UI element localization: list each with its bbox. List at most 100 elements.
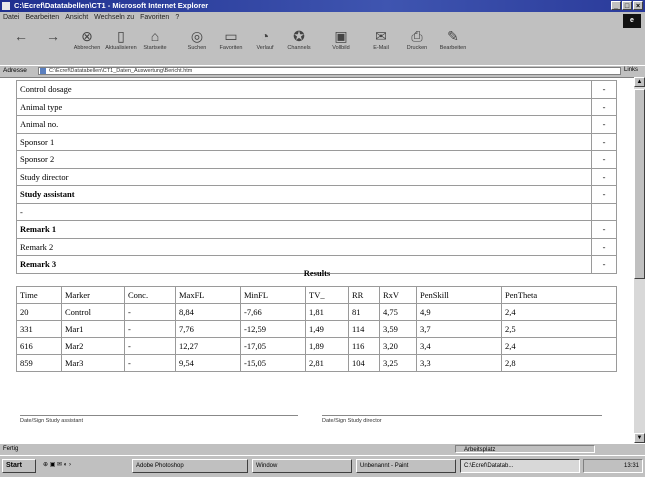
results-cell: Control [61, 303, 125, 321]
results-row: 859 Mar3-9,54 -15,05 2,81 104 3,25 3,3 2,8 [16, 354, 617, 372]
menu-favorites[interactable]: Favoriten [137, 12, 172, 23]
menu-view[interactable]: Ansicht [62, 12, 91, 23]
info-row: Remark 1- [16, 220, 617, 239]
results-cell: 3,59 [379, 320, 417, 338]
stop-icon: ⊗ [81, 28, 93, 44]
start-button[interactable]: Start [2, 459, 36, 473]
taskbar-item-photoshop[interactable]: Adobe Photoshop [132, 459, 248, 473]
info-row: Animal no. - [16, 115, 617, 134]
info-table: Control dosage - Animal type - Animal no. - Sp… [16, 80, 617, 274]
menu-help[interactable]: ? [172, 12, 182, 23]
col-time: Time [16, 286, 62, 304]
results-cell: 3,7 [416, 320, 502, 338]
info-label: Study director [16, 167, 592, 186]
col-rr: RR [348, 286, 380, 304]
info-value: - [591, 115, 617, 134]
results-cell: 116 [348, 337, 380, 355]
results-cell: 12,27 [175, 337, 241, 355]
results-cell: -12,59 [240, 320, 306, 338]
window-title-bar[interactable]: C:\Ecref\Datatabellen\CT1 - Microsoft In… [0, 0, 645, 12]
taskbar-item-ie[interactable]: C:\Ecref\Datatab... [460, 459, 580, 473]
edit-button[interactable]: ✎ Bearbeiten [436, 26, 470, 62]
scroll-thumb[interactable] [634, 89, 645, 279]
results-cell: 7,76 [175, 320, 241, 338]
status-bar: Fertig Arbeitsplatz [0, 443, 645, 455]
window-title: C:\Ecref\Datatabellen\CT1 - Microsoft In… [14, 1, 209, 10]
home-icon: ⌂ [150, 28, 160, 44]
info-value: - [591, 150, 617, 169]
menu-edit[interactable]: Bearbeiten [22, 12, 62, 23]
results-header-row: Time Marker Conc. MaxFL MinFL TV_ RR RxV… [16, 286, 617, 304]
maximize-button[interactable]: □ [622, 1, 632, 10]
menu-file[interactable]: Datei [0, 12, 22, 23]
search-icon: ◎ [190, 28, 204, 44]
mail-button[interactable]: ✉ E-Mail [364, 26, 398, 62]
results-cell: Mar1 [61, 320, 125, 338]
scroll-up-button[interactable]: ▲ [634, 77, 645, 87]
mail-icon: ✉ [375, 28, 387, 44]
close-button[interactable]: × [633, 1, 643, 10]
fullscreen-button[interactable]: ▣ Vollbild [324, 26, 358, 62]
status-text: Fertig [3, 446, 19, 452]
results-cell: 859 [16, 354, 62, 372]
address-input[interactable]: C:\Ecref\Datatabellen\CT1_Daten_Auswertu… [38, 67, 621, 75]
results-cell: 81 [348, 303, 380, 321]
results-cell: 8,84 [175, 303, 241, 321]
fullscreen-icon: ▣ [334, 28, 348, 44]
window-controls: _ □ × [611, 1, 643, 10]
print-icon: ⎙ [411, 28, 423, 44]
results-cell: 2,4 [501, 337, 617, 355]
results-cell: - [124, 354, 176, 372]
info-value: - [591, 167, 617, 186]
stop-button[interactable]: ⊗ Abbrechen [70, 26, 104, 62]
col-tv: TV_ [305, 286, 349, 304]
results-cell: Mar3 [61, 354, 125, 372]
forward-button[interactable]: → [36, 26, 70, 62]
info-row: Remark 2- [16, 237, 617, 256]
results-cell: 1,49 [305, 320, 349, 338]
info-row: Study assistant - [16, 185, 617, 204]
taskbar-item-window[interactable]: Window [252, 459, 352, 473]
back-button[interactable]: ← [4, 26, 38, 62]
results-cell: 3,3 [416, 354, 502, 372]
info-value: - [591, 97, 617, 116]
print-button[interactable]: ⎙ Drucken [400, 26, 434, 62]
info-row: Study director - [16, 167, 617, 186]
menu-go[interactable]: Wechseln zu [91, 12, 137, 23]
scroll-down-button[interactable]: ▼ [634, 433, 645, 443]
history-button[interactable]: ◔ Verlauf [248, 26, 282, 62]
info-value [591, 202, 617, 221]
col-minfl: MinFL [240, 286, 306, 304]
results-cell: 331 [16, 320, 62, 338]
page-content: Control dosage - Animal type - Animal no. - Sp… [0, 77, 634, 444]
vertical-scrollbar[interactable]: ▲ ▼ [634, 77, 645, 443]
results-cell: 4,75 [379, 303, 417, 321]
home-button[interactable]: ⌂ Startseite [138, 26, 172, 62]
channels-icon: ✪ [293, 28, 305, 44]
info-row: Animal type - [16, 97, 617, 116]
results-row: 331 Mar1-7,76 -12,59 1,49 114 3,59 3,7 2,5 [16, 320, 617, 338]
col-rxv: RxV [379, 286, 417, 304]
minimize-button[interactable]: _ [611, 1, 621, 10]
taskbar-item-paint[interactable]: Unbenannt - Paint [356, 459, 456, 473]
results-cell: 114 [348, 320, 380, 338]
browser-toolbar: ← → ⊗ Abbrechen ▯ Aktualisieren ⌂ Startseit… [0, 24, 645, 64]
signature-study-director: Date/Sign Study director [322, 415, 602, 429]
results-title: Results [303, 268, 331, 278]
forward-arrow-icon: → [46, 28, 60, 44]
favorites-button[interactable]: ▭ Favoriten [214, 26, 248, 62]
results-cell: 9,54 [175, 354, 241, 372]
col-conc: Conc. [124, 286, 176, 304]
search-button[interactable]: ◎ Suchen [180, 26, 214, 62]
channels-button[interactable]: ✪ Channels [282, 26, 316, 62]
info-label: - [16, 202, 592, 221]
results-row: 20 Control -8,84 -7,66 1,81 81 4,75 4,9 2,4 [16, 303, 617, 321]
back-arrow-icon: ← [14, 28, 28, 44]
quick-launch-bar: ⊕ ▣ ✉ ◐ › [40, 459, 126, 473]
results-cell: - [124, 303, 176, 321]
signature-study-assistant: Date/Sign Study assistant [20, 415, 298, 429]
info-value: - [591, 132, 617, 151]
refresh-button[interactable]: ▯ Aktualisieren [104, 26, 138, 62]
info-value: - [591, 185, 617, 204]
links-button[interactable]: Links [624, 67, 638, 73]
